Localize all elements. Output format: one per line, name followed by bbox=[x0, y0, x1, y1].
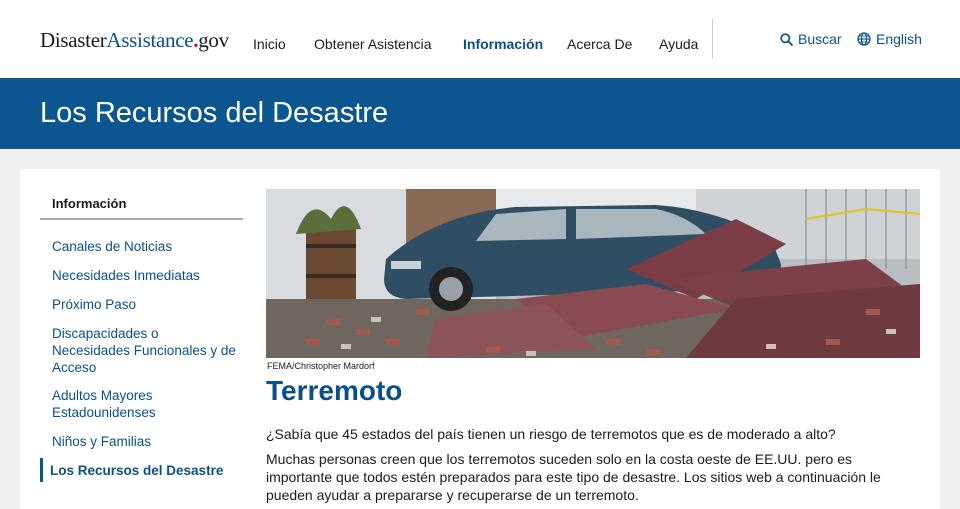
logo-text-gov: gov bbox=[198, 28, 229, 52]
nav-acerca-de[interactable]: Acerca De bbox=[567, 36, 632, 52]
search-icon bbox=[780, 32, 793, 46]
page-title-banner: Los Recursos del Desastre bbox=[0, 78, 960, 149]
nav-informacion[interactable]: Información bbox=[463, 36, 543, 52]
sidebar-item-necesidades-inmediatas[interactable]: Necesidades Inmediatas bbox=[52, 267, 232, 284]
logo-text-disaster: Disaster bbox=[40, 28, 107, 52]
image-caption: FEMA/Christopher Mardorf bbox=[267, 361, 375, 371]
nav-divider bbox=[712, 19, 713, 59]
nav-inicio[interactable]: Inicio bbox=[253, 36, 286, 52]
globe-icon bbox=[857, 32, 871, 46]
page-title: Los Recursos del Desastre bbox=[40, 97, 389, 129]
sidebar-item-discapacidades[interactable]: Discapacidades o Necesidades Funcionales… bbox=[52, 325, 237, 376]
search-label: Buscar bbox=[798, 31, 842, 47]
earthquake-photo bbox=[266, 189, 920, 358]
sidebar-item-proximo-paso[interactable]: Próximo Paso bbox=[52, 296, 232, 313]
sidebar-item-adultos-mayores[interactable]: Adultos Mayores Estadounidenses bbox=[52, 387, 182, 421]
nav-ayuda[interactable]: Ayuda bbox=[659, 36, 698, 52]
logo-text-assistance: Assistance bbox=[106, 28, 194, 52]
search-button[interactable]: Buscar bbox=[780, 31, 842, 47]
sidebar-item-canales-de-noticias[interactable]: Canales de Noticias bbox=[52, 238, 232, 255]
language-label: English bbox=[876, 31, 922, 47]
site-logo[interactable]: DisasterAssistance.gov bbox=[40, 28, 229, 53]
sidebar-item-los-recursos-del-desastre[interactable]: Los Recursos del Desastre bbox=[50, 462, 230, 479]
sidebar-divider bbox=[40, 218, 243, 220]
article-title: Terremoto bbox=[266, 375, 403, 406]
site-header: DisasterAssistance.gov Inicio Obtener As… bbox=[0, 0, 960, 78]
sidebar-heading: Información bbox=[52, 196, 127, 211]
article-paragraph-1: ¿Sabía que 45 estados del país tienen un… bbox=[266, 426, 836, 442]
language-toggle[interactable]: English bbox=[857, 31, 922, 47]
nav-obtener-asistencia[interactable]: Obtener Asistencia bbox=[314, 36, 432, 52]
article-paragraph-2: Muchas personas creen que los terremotos… bbox=[266, 451, 881, 503]
sidebar-item-ninos-y-familias[interactable]: Niños y Familias bbox=[52, 433, 232, 450]
sidebar-current-marker bbox=[40, 458, 43, 482]
